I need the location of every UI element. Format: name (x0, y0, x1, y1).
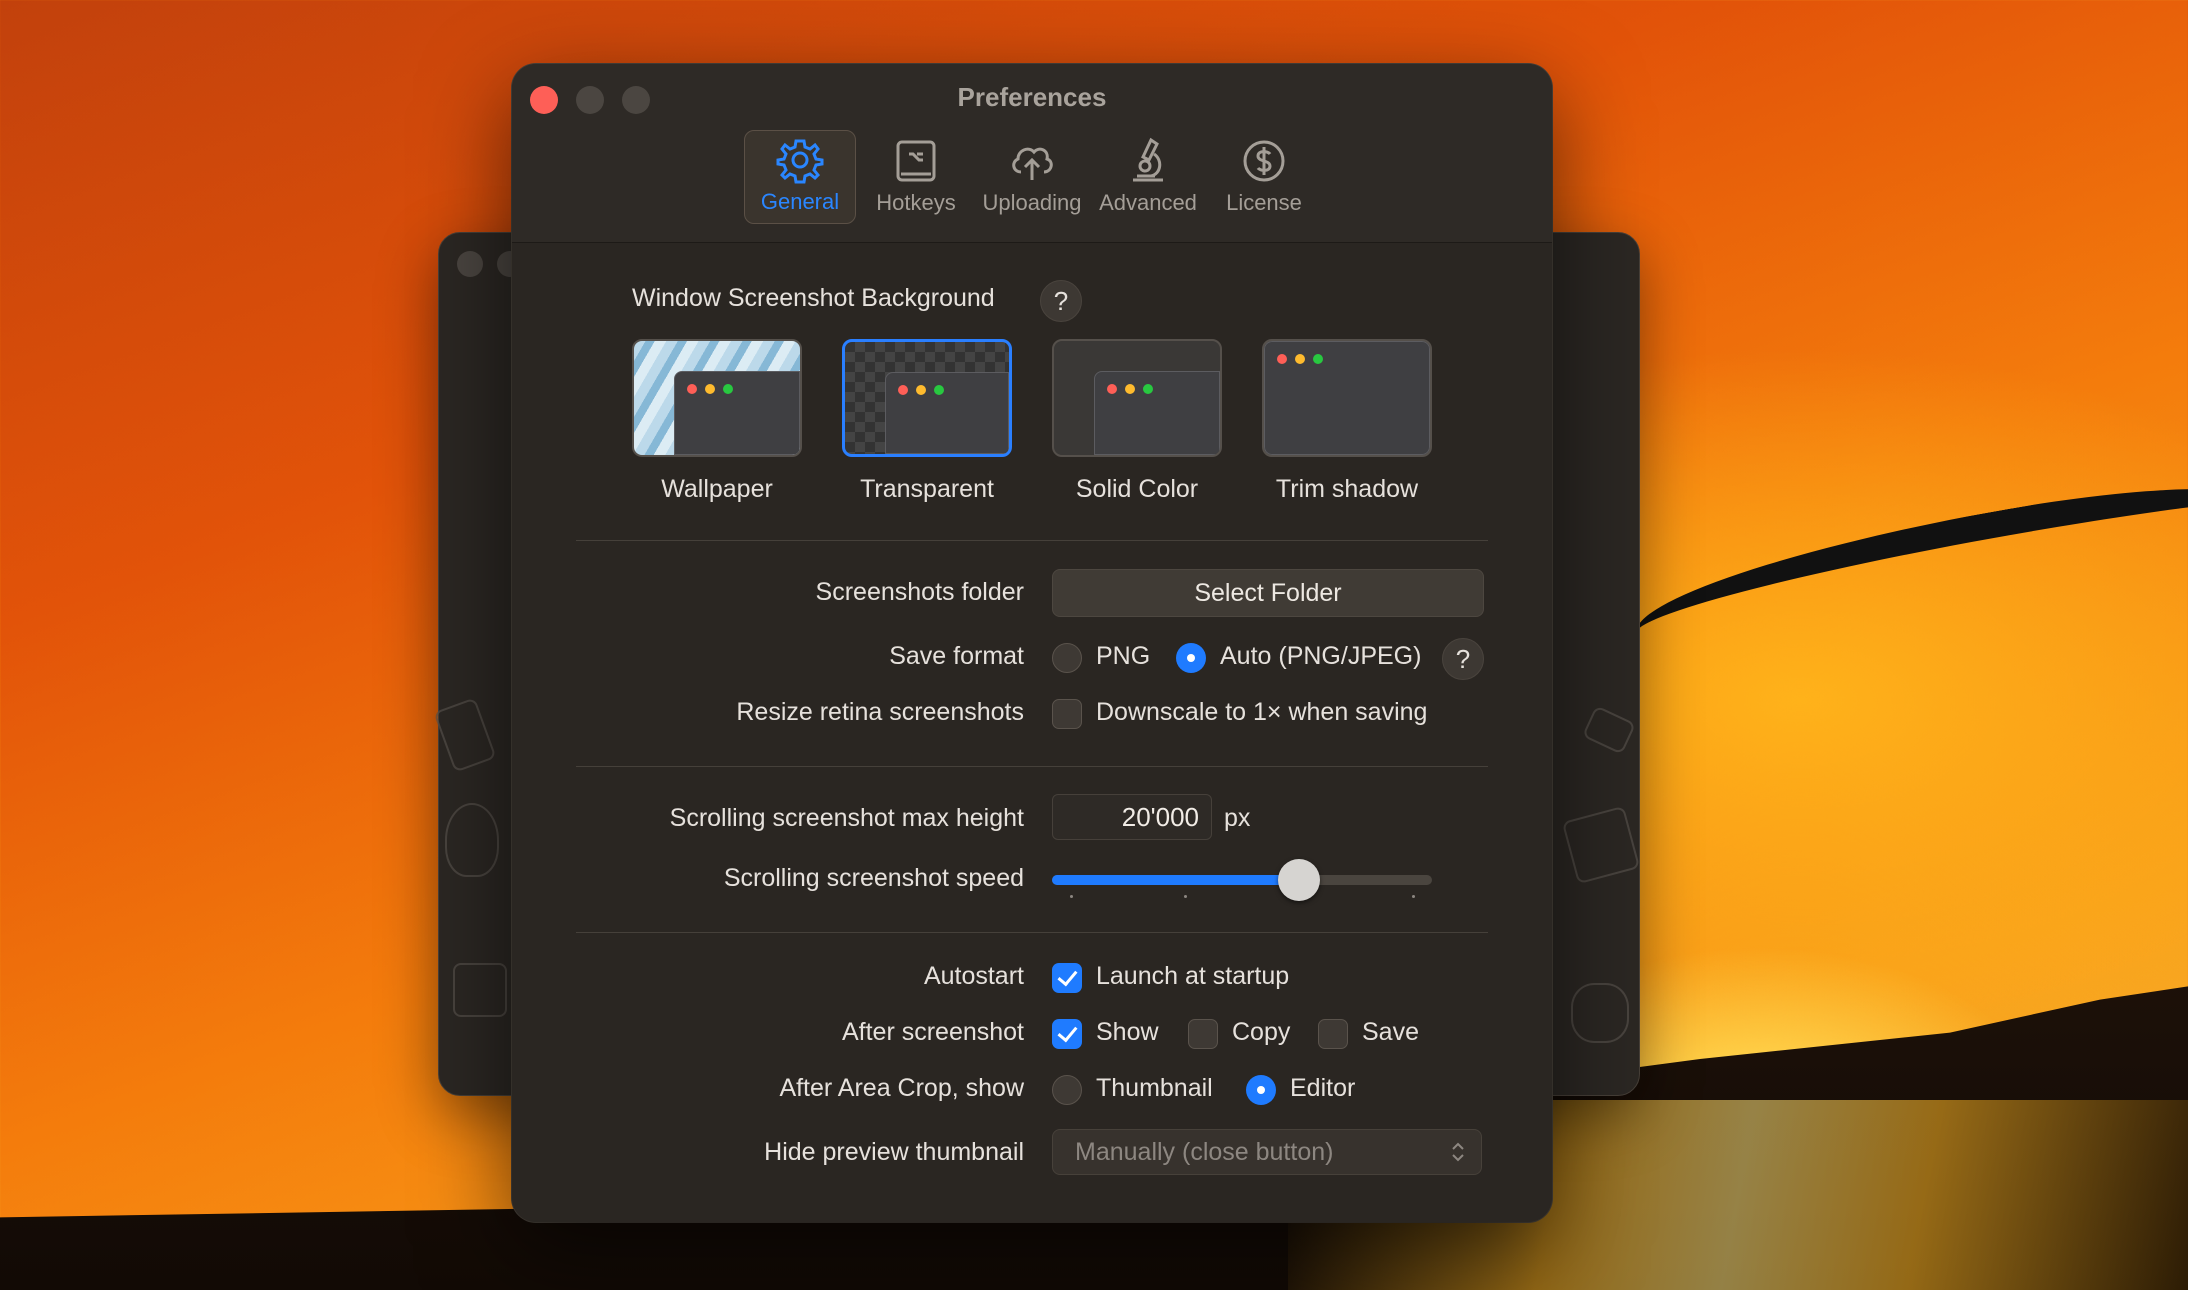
thumbnail-option-label: Thumbnail (1096, 1074, 1213, 1102)
downscale-checkbox-label: Downscale to 1× when saving (1096, 698, 1428, 726)
hide-preview-select[interactable]: Manually (close button) (1052, 1129, 1482, 1175)
scrolling-speed-slider[interactable] (1052, 859, 1432, 901)
wallpaper-cable (1626, 465, 2188, 671)
divider (576, 540, 1488, 541)
lightbulb-icon (445, 803, 499, 877)
tape-icon (1571, 983, 1629, 1043)
chevron-updown-icon (1452, 1142, 1464, 1162)
downscale-checkbox[interactable] (1052, 699, 1082, 729)
scrolling-speed-label: Scrolling screenshot speed (723, 864, 1024, 892)
auto-format-option-label: Auto (PNG/JPEG) (1220, 642, 1422, 670)
mini-window (1094, 371, 1220, 455)
window-title: Preferences (957, 82, 1107, 112)
toolbar-tabs: General Hotkeys Uploading Advanced Licen… (512, 130, 1552, 224)
after-area-crop-label: After Area Crop, show (779, 1074, 1024, 1102)
launch-at-startup-label: Launch at startup (1096, 962, 1290, 990)
camera-icon (453, 963, 507, 1017)
after-screenshot-label: After screenshot (841, 1018, 1024, 1046)
copy-checkbox[interactable] (1188, 1019, 1218, 1049)
resize-retina-label: Resize retina screenshots (736, 698, 1024, 726)
tab-uploading[interactable]: Uploading (976, 130, 1088, 224)
thumbnail-radio[interactable] (1052, 1075, 1082, 1105)
launch-at-startup-checkbox[interactable] (1052, 963, 1082, 993)
preferences-window: Preferences General Hotkeys Uploading Ad… (512, 64, 1552, 1222)
mini-window (674, 371, 800, 455)
background-help-button[interactable]: ? (1040, 280, 1082, 322)
autostart-label: Autostart (923, 962, 1024, 990)
tab-advanced[interactable]: Advanced (1092, 130, 1204, 224)
background-option-solid-color[interactable]: Solid Color (1052, 339, 1222, 504)
solid-color-thumbnail (1052, 339, 1222, 457)
option-caption: Solid Color (1075, 475, 1199, 503)
slider-knob[interactable] (1278, 859, 1320, 901)
divider (576, 932, 1488, 933)
slider-tick (1412, 895, 1415, 898)
background-section-title: Window Screenshot Background (632, 284, 995, 312)
transparent-thumbnail (842, 339, 1012, 457)
background-option-wallpaper[interactable]: Wallpaper (632, 339, 802, 504)
scrolling-max-height-label: Scrolling screenshot max height (669, 804, 1024, 832)
slider-tick (1070, 895, 1073, 898)
copy-checkbox-label: Copy (1232, 1018, 1291, 1046)
select-folder-button[interactable]: Select Folder (1052, 569, 1484, 617)
wallpaper-thumbnail (632, 339, 802, 457)
tab-license[interactable]: License (1208, 130, 1320, 224)
background-option-trim-shadow[interactable]: Trim shadow (1262, 339, 1432, 504)
show-checkbox[interactable] (1052, 1019, 1082, 1049)
background-option-transparent[interactable]: Transparent (842, 339, 1012, 504)
tab-label: Uploading (982, 190, 1082, 215)
titlebar: Preferences General Hotkeys Uploading Ad… (512, 64, 1552, 243)
tab-general[interactable]: General (744, 130, 856, 224)
doodle-icon (433, 697, 497, 773)
film-icon (1561, 805, 1641, 885)
tab-label: Advanced (1099, 190, 1197, 215)
knife-icon (1581, 705, 1637, 755)
cloud-upload-icon (1012, 147, 1053, 180)
tab-label: General (760, 189, 840, 214)
save-format-help-button[interactable]: ? (1442, 638, 1484, 680)
option-caption: Wallpaper (661, 475, 773, 503)
editor-radio[interactable] (1246, 1075, 1276, 1105)
gear-icon (776, 139, 824, 184)
screenshots-folder-label: Screenshots folder (815, 578, 1024, 606)
hide-preview-value: Manually (close button) (1075, 1138, 1334, 1166)
max-height-unit: px (1224, 804, 1251, 832)
keyboard-icon (896, 140, 936, 182)
tab-label: Hotkeys (876, 190, 956, 215)
dollar-circle-icon (1243, 140, 1285, 182)
show-checkbox-label: Show (1096, 1018, 1159, 1046)
png-option-label: PNG (1096, 642, 1151, 670)
tab-label: License (1226, 190, 1302, 215)
save-format-label: Save format (889, 642, 1024, 670)
slider-fill (1052, 875, 1299, 885)
trim-shadow-thumbnail (1262, 339, 1432, 457)
png-radio[interactable] (1052, 643, 1082, 673)
divider (576, 766, 1488, 767)
mini-window (885, 372, 1009, 454)
back-window-button[interactable] (457, 251, 483, 277)
tab-hotkeys[interactable]: Hotkeys (860, 130, 972, 224)
max-height-input[interactable]: 20'000 (1052, 794, 1212, 840)
option-caption: Trim shadow (1275, 475, 1419, 503)
microscope-icon (1133, 137, 1163, 182)
mini-window (1264, 341, 1430, 455)
slider-tick (1184, 895, 1187, 898)
save-checkbox-label: Save (1362, 1018, 1419, 1046)
save-checkbox[interactable] (1318, 1019, 1348, 1049)
editor-option-label: Editor (1290, 1074, 1356, 1102)
hide-preview-label: Hide preview thumbnail (764, 1138, 1024, 1166)
auto-format-radio[interactable] (1176, 643, 1206, 673)
option-caption: Transparent (860, 475, 994, 503)
